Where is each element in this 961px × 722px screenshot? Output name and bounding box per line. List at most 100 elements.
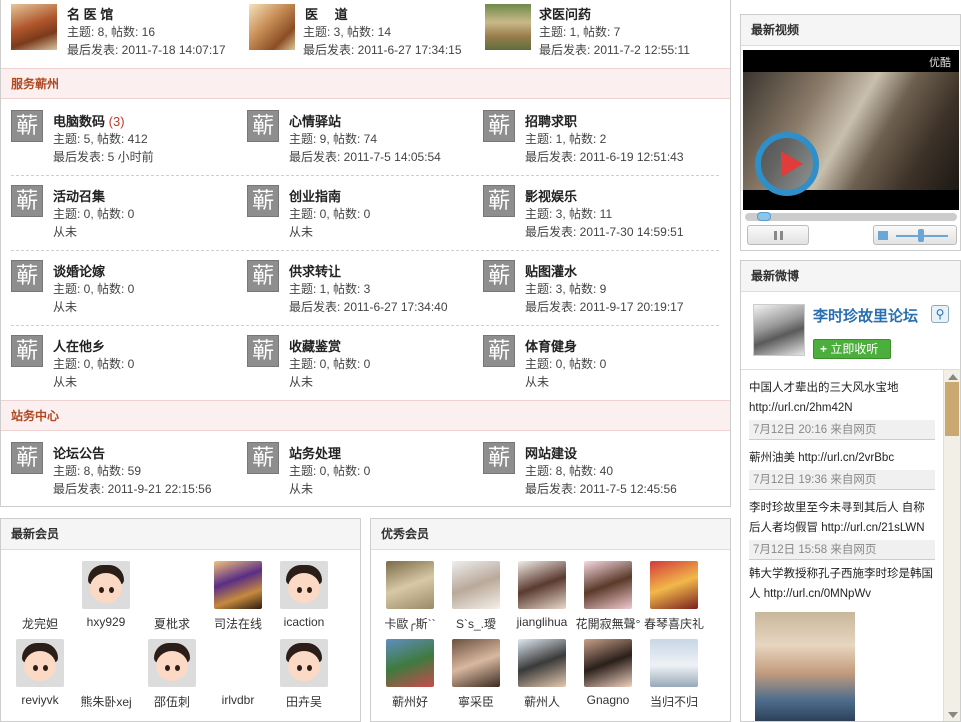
scroll-thumb[interactable] xyxy=(945,382,959,436)
forum-icon[interactable]: 蕲 xyxy=(11,335,43,367)
forum-last-post[interactable]: 最后发表: 2011-9-21 22:15:56 xyxy=(53,480,212,497)
avatar[interactable] xyxy=(386,561,434,609)
volume-control[interactable] xyxy=(873,225,957,245)
forum-icon[interactable]: 蕲 xyxy=(247,335,279,367)
forum-name-text[interactable]: 影视娱乐 xyxy=(525,189,577,204)
forum-last-post[interactable]: 从未 xyxy=(289,480,313,497)
avatar[interactable] xyxy=(148,639,196,687)
forum-last-post[interactable]: 最后发表: 2011-9-17 20:19:17 xyxy=(525,298,684,315)
forum-last-post[interactable]: 最后发表: 2011-7-30 14:59:51 xyxy=(525,223,684,240)
member-item[interactable]: 夏枇求 xyxy=(139,561,205,632)
forum-name-text[interactable]: 贴图灌水 xyxy=(525,264,577,279)
member-item[interactable]: irlvdbr xyxy=(205,639,271,707)
member-item[interactable]: 田卉吴 xyxy=(271,639,337,710)
forum-entry[interactable]: 名 医 馆 主题: 8, 帖数: 16 最后发表: 2011-7-18 14:0… xyxy=(1,0,237,62)
member-name[interactable]: 熊朱卧xej xyxy=(73,693,139,710)
weibo-account-avatar[interactable] xyxy=(753,304,805,356)
forum-entry[interactable]: 蕲贴图灌水 主题: 3, 帖数: 9 最后发表: 2011-9-17 20:19:… xyxy=(473,250,709,315)
member-name[interactable]: jianglihua xyxy=(509,615,575,629)
weibo-scrollbar[interactable] xyxy=(943,370,960,721)
avatar[interactable] xyxy=(452,561,500,609)
forum-name[interactable]: 名 医 馆 xyxy=(67,4,113,23)
forum-name[interactable]: 求医问药 xyxy=(539,4,591,23)
avatar[interactable] xyxy=(280,561,328,609)
member-item[interactable]: 蕲州好 xyxy=(377,639,443,710)
forum-name[interactable]: 网站建设 xyxy=(525,443,577,462)
forum-last-post[interactable]: 从未 xyxy=(53,223,77,240)
weibo-inline-photo[interactable] xyxy=(755,612,855,721)
forum-last-post[interactable]: 最后发表: 2011-7-18 14:07:17 xyxy=(67,41,226,58)
forum-name[interactable]: 医 道 xyxy=(305,4,348,23)
forum-thumbnail[interactable] xyxy=(11,4,57,50)
forum-last-post[interactable]: 最后发表: 2011-6-27 17:34:15 xyxy=(303,41,462,58)
avatar[interactable] xyxy=(518,561,566,609)
forum-icon[interactable]: 蕲 xyxy=(11,442,43,474)
forum-name[interactable]: 创业指南 xyxy=(289,186,341,205)
forum-icon[interactable]: 蕲 xyxy=(483,260,515,292)
member-item[interactable]: jianglihua xyxy=(509,561,575,629)
forum-name-text[interactable]: 供求转让 xyxy=(289,264,341,279)
forum-entry[interactable]: 蕲人在他乡 主题: 0, 帖数: 0 从未 xyxy=(1,325,237,390)
forum-last-post[interactable]: 最后发表: 2011-7-5 14:05:54 xyxy=(289,148,441,165)
forum-entry[interactable]: 蕲活动召集 主题: 0, 帖数: 0 从未 xyxy=(1,175,237,240)
forum-last-post[interactable]: 最后发表: 2011-7-5 12:45:56 xyxy=(525,480,677,497)
member-name[interactable]: irlvdbr xyxy=(205,693,271,707)
member-item[interactable]: S`s_.璦 xyxy=(443,561,509,632)
forum-last-post[interactable]: 从未 xyxy=(53,298,77,315)
forum-last-post[interactable]: 从未 xyxy=(53,373,77,390)
forum-entry[interactable]: 求医问药 主题: 1, 帖数: 7 最后发表: 2011-7-2 12:55:1… xyxy=(473,0,709,62)
forum-icon[interactable]: 蕲 xyxy=(483,110,515,142)
weibo-post-text[interactable]: 韩大学教授称孔子西施李时珍是韩国人 http://url.cn/0MNpWv xyxy=(749,564,935,604)
weibo-post[interactable]: 李时珍故里至今未寻到其后人 自称后人者均假冒 http://url.cn/21s… xyxy=(749,498,935,560)
forum-icon[interactable]: 蕲 xyxy=(483,442,515,474)
avatar[interactable] xyxy=(584,639,632,687)
forum-name-text[interactable]: 谈婚论嫁 xyxy=(53,264,105,279)
volume-handle[interactable] xyxy=(918,229,924,242)
member-item[interactable]: 蕲州人 xyxy=(509,639,575,710)
play-icon[interactable] xyxy=(755,132,819,196)
member-name[interactable]: hxy929 xyxy=(73,615,139,629)
video-player[interactable]: 优酷 xyxy=(743,50,959,210)
member-item[interactable]: icaction xyxy=(271,561,337,629)
forum-icon[interactable]: 蕲 xyxy=(11,110,43,142)
member-name[interactable]: 蕲州好 xyxy=(377,693,443,710)
forum-thumbnail[interactable] xyxy=(485,4,531,50)
forum-name[interactable]: 体育健身 xyxy=(525,336,577,355)
weibo-post[interactable]: 韩大学教授称孔子西施李时珍是韩国人 http://url.cn/0MNpWv xyxy=(749,564,935,604)
forum-name[interactable]: 活动召集 xyxy=(53,186,105,205)
member-item[interactable]: 邵伍刺 xyxy=(139,639,205,710)
forum-name-text[interactable]: 招聘求职 xyxy=(525,114,577,129)
forum-last-post[interactable]: 从未 xyxy=(289,373,313,390)
forum-name-text[interactable]: 电脑数码 xyxy=(53,114,105,129)
forum-name[interactable]: 人在他乡 xyxy=(53,336,105,355)
forum-name[interactable]: 招聘求职 xyxy=(525,111,577,130)
forum-name-text[interactable]: 活动召集 xyxy=(53,189,105,204)
forum-name[interactable]: 影视娱乐 xyxy=(525,186,577,205)
avatar[interactable] xyxy=(16,561,64,609)
scroll-up-icon[interactable] xyxy=(948,374,958,380)
forum-entry[interactable]: 蕲供求转让 主题: 1, 帖数: 3 最后发表: 2011-6-27 17:34:… xyxy=(237,250,473,314)
forum-last-post[interactable]: 最后发表: 5 小时前 xyxy=(53,148,154,165)
avatar[interactable] xyxy=(16,639,64,687)
member-name[interactable]: 田卉吴 xyxy=(271,693,337,710)
forum-icon[interactable]: 蕲 xyxy=(247,110,279,142)
forum-entry[interactable]: 蕲心情驿站 主题: 9, 帖数: 74 最后发表: 2011-7-5 14:05:… xyxy=(237,100,473,165)
member-item[interactable]: reviyvk xyxy=(7,639,73,707)
forum-icon[interactable]: 蕲 xyxy=(247,442,279,474)
member-name[interactable]: 春琴喜庆礼 xyxy=(641,615,707,632)
forum-icon[interactable]: 蕲 xyxy=(483,185,515,217)
pause-button[interactable] xyxy=(747,225,809,245)
member-item[interactable]: 龙完妲 xyxy=(7,561,73,632)
forum-entry[interactable]: 蕲影视娱乐 主题: 3, 帖数: 11 最后发表: 2011-7-30 14:59… xyxy=(473,175,709,240)
member-item[interactable]: 司法在线 xyxy=(205,561,271,632)
member-name[interactable]: S`s_.璦 xyxy=(443,615,509,632)
weibo-post-text[interactable]: 李时珍故里至今未寻到其后人 自称后人者均假冒 http://url.cn/21s… xyxy=(749,498,935,538)
weibo-post-text[interactable]: 中国人才辈出的三大风水宝地 http://url.cn/2hm42N xyxy=(749,378,935,418)
forum-name[interactable]: 论坛公告 xyxy=(53,443,105,462)
weibo-post-text[interactable]: 蕲州油美 http://url.cn/2vrBbc xyxy=(749,448,935,468)
section-header-admin[interactable]: 站务中心 xyxy=(1,400,730,431)
forum-name[interactable]: 心情驿站 xyxy=(289,111,341,130)
forum-entry[interactable]: 医 道 主题: 3, 帖数: 14 最后发表: 2011-6-27 17:34:… xyxy=(237,0,473,62)
forum-entry[interactable]: 蕲站务处理 主题: 0, 帖数: 0 从未 xyxy=(237,432,473,497)
forum-entry[interactable]: 蕲收藏鉴赏 主题: 0, 帖数: 0 从未 xyxy=(237,325,473,390)
